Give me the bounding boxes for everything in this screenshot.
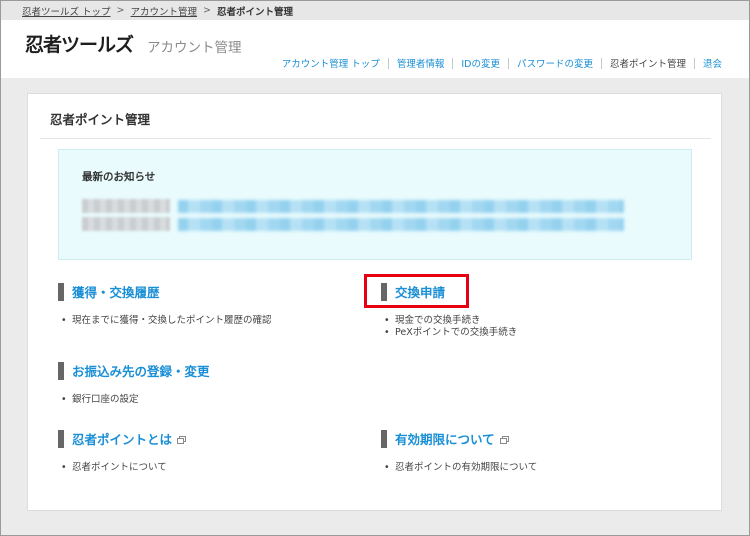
section-marker (58, 361, 64, 380)
transfer-link[interactable]: お振込み先の登録・変更 (72, 361, 210, 380)
external-link-icon[interactable] (499, 435, 509, 444)
news-date-blurred (82, 217, 170, 231)
external-link-icon[interactable] (177, 435, 187, 444)
about-link[interactable]: 忍者ポイントとは (72, 429, 172, 448)
news-box: 最新のお知らせ (58, 149, 692, 260)
breadcrumb-link-account[interactable]: アカウント管理 (131, 4, 198, 18)
section-marker (381, 429, 387, 448)
history-link[interactable]: 獲得・交換履歴 (72, 282, 160, 301)
nav-divider (600, 57, 602, 69)
breadcrumb: 忍者ツールズ トップ > アカウント管理 > 忍者ポイント管理 (1, 1, 749, 20)
section-expiry: 有効期限について 忍者ポイントの有効期限について (381, 429, 537, 474)
news-text-blurred[interactable] (178, 217, 624, 231)
news-title: 最新のお知らせ (82, 171, 156, 183)
nav-divider (507, 57, 509, 69)
nav-item-account-top[interactable]: アカウント管理 トップ (282, 56, 380, 70)
list-item: 現金での交換手続き (381, 315, 517, 327)
section-about: 忍者ポイントとは 忍者ポイントについて (58, 429, 187, 474)
list-item: PeXポイントでの交換手続き (381, 327, 517, 339)
expiry-link[interactable]: 有効期限について (395, 429, 495, 448)
page-title: 忍者ポイント管理 (50, 112, 151, 127)
list-item: 銀行口座の設定 (58, 394, 210, 406)
site-subtitle: アカウント管理 (147, 40, 242, 56)
transfer-list: 銀行口座の設定 (58, 394, 210, 406)
nav-item-change-password[interactable]: パスワードの変更 (517, 56, 593, 70)
top-navigation: アカウント管理 トップ 管理者情報 IDの変更 パスワードの変更 忍者ポイント管… (282, 56, 722, 70)
breadcrumb-current: 忍者ポイント管理 (216, 6, 293, 18)
news-item[interactable] (82, 198, 624, 214)
main-panel: 忍者ポイント管理 最新のお知らせ 獲得・交換履歴 現在までに獲得・交換したポイン… (27, 93, 722, 511)
nav-item-points: 忍者ポイント管理 (609, 59, 686, 70)
news-item[interactable] (82, 216, 624, 232)
highlight-box (364, 274, 469, 308)
section-marker (58, 282, 64, 301)
title-divider (40, 138, 711, 139)
news-date-blurred (82, 199, 170, 213)
about-list: 忍者ポイントについて (58, 462, 186, 474)
breadcrumb-link-top[interactable]: 忍者ツールズ トップ (22, 4, 111, 18)
expiry-list: 忍者ポイントの有効期限について (381, 462, 537, 474)
nav-divider (693, 57, 695, 69)
site-logo[interactable]: 忍者ツールズ (25, 30, 134, 57)
section-transfer: お振込み先の登録・変更 銀行口座の設定 (58, 361, 210, 406)
list-item: 忍者ポイントの有効期限について (381, 462, 537, 474)
breadcrumb-separator: > (203, 5, 211, 16)
nav-divider (387, 57, 389, 69)
nav-item-change-id[interactable]: IDの変更 (461, 56, 500, 70)
section-marker (58, 429, 64, 448)
list-item: 忍者ポイントについて (58, 462, 186, 474)
site-header: 忍者ツールズ アカウント管理 アカウント管理 トップ 管理者情報 IDの変更 パ… (1, 20, 749, 78)
nav-item-withdraw[interactable]: 退会 (703, 56, 722, 70)
nav-item-admin-info[interactable]: 管理者情報 (397, 56, 445, 70)
news-text-blurred[interactable] (178, 199, 624, 213)
section-history: 獲得・交換履歴 現在までに獲得・交換したポイント履歴の確認 (58, 282, 272, 327)
nav-divider (452, 57, 454, 69)
breadcrumb-separator: > (116, 5, 125, 16)
list-item: 現在までに獲得・交換したポイント履歴の確認 (58, 315, 272, 327)
history-list: 現在までに獲得・交換したポイント履歴の確認 (58, 315, 272, 327)
exchange-list: 現金での交換手続き PeXポイントでの交換手続き (381, 315, 517, 339)
